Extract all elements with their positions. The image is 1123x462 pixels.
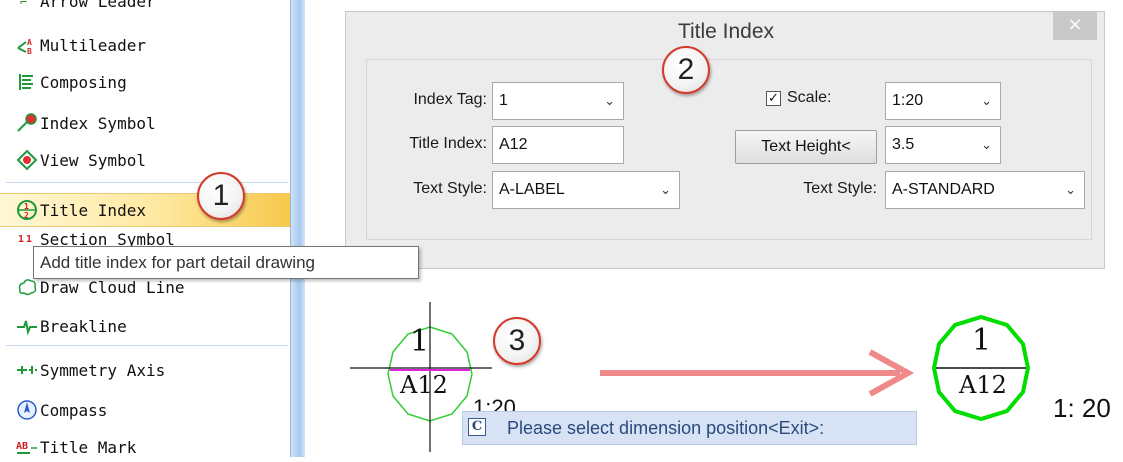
command-icon: C: [468, 418, 486, 436]
menu-item-symmetry-axis[interactable]: Symmetry Axis: [0, 355, 290, 385]
title-index-value: A12: [499, 136, 528, 153]
symbol-before-top: 1: [410, 324, 430, 359]
scale-checkbox[interactable]: ✓: [766, 91, 781, 106]
menu-item-multileader[interactable]: A B Multileader: [0, 30, 290, 60]
scale-select[interactable]: 1:20 ⌄: [885, 82, 1001, 120]
title-index-field[interactable]: A12: [492, 126, 624, 164]
index-tag-value: 1: [499, 92, 508, 109]
title-index-dialog: Title Index × Index Tag: 1 ⌄ ✓ Scale: 1:…: [345, 11, 1105, 269]
chevron-down-icon: ⌄: [660, 182, 671, 197]
menu-item-label: Compass: [40, 400, 108, 420]
step-badge-2: 2: [662, 46, 710, 94]
step-badge-1: 1: [197, 172, 245, 220]
scale-value: 1:20: [892, 92, 924, 109]
chevron-down-icon: ⌄: [981, 137, 992, 152]
command-prompt-text: Please select dimension position<Exit>:: [507, 418, 825, 438]
symbol-after-bottom: A12: [959, 371, 1007, 399]
svg-text:A: A: [27, 38, 32, 47]
symbol-menu: ⌐ Arrow Leader A B Multileader Composing: [0, 0, 290, 457]
menu-item-index-symbol[interactable]: Index Symbol: [0, 108, 290, 138]
index-tag-label: Index Tag:: [413, 91, 487, 108]
breakline-icon: [16, 315, 38, 337]
symbol-after-top: 1: [972, 323, 992, 358]
menu-item-label: View Symbol: [40, 150, 146, 170]
menu-item-breakline[interactable]: Breakline: [0, 311, 290, 341]
symbol-after-scale: 1: 20: [1053, 393, 1111, 423]
view-symbol-icon: [16, 149, 38, 171]
svg-text:B: B: [27, 47, 32, 56]
close-button[interactable]: ×: [1053, 12, 1097, 40]
composing-icon: [16, 71, 38, 93]
dialog-title: Title Index: [677, 20, 775, 43]
text-height-value: 3.5: [892, 136, 915, 153]
menu-item-arrow-leader[interactable]: ⌐ Arrow Leader: [0, 0, 290, 16]
menu-item-section-symbol[interactable]: 1 1 Section Symbol: [0, 230, 290, 246]
text-height-button[interactable]: Text Height<: [735, 130, 877, 164]
dialog-panel: Index Tag: 1 ⌄ ✓ Scale: 1:20 ⌄ Title Ind…: [366, 59, 1092, 240]
menu-item-title-mark[interactable]: AB Title Mark: [0, 432, 290, 462]
menu-tooltip: Add title index for part detail drawing: [33, 246, 419, 279]
multileader-icon: A B: [16, 34, 38, 56]
cloud-line-icon: [16, 276, 38, 298]
svg-text:1: 1: [24, 202, 29, 211]
symmetry-axis-icon: [16, 359, 38, 381]
menu-item-label: Draw Cloud Line: [40, 277, 185, 297]
text-style-label: Text Style:: [803, 180, 877, 197]
text-style-value: A-LABEL: [499, 181, 565, 198]
svg-text:2: 2: [24, 211, 29, 220]
command-prompt[interactable]: C Please select dimension position<Exit>…: [462, 411, 917, 445]
menu-item-label: Title Mark: [40, 437, 137, 457]
svg-text:⌐: ⌐: [20, 0, 27, 9]
menu-item-label: Index Symbol: [40, 113, 156, 133]
text-style-value: A-STANDARD: [892, 181, 995, 198]
scale-label: Scale:: [787, 89, 832, 106]
text-style-label: Text Style:: [413, 180, 487, 197]
menu-item-composing[interactable]: Composing: [0, 67, 290, 97]
menu-item-label: Multileader: [40, 35, 146, 55]
compass-icon: [16, 399, 38, 421]
menu-item-label: Composing: [40, 72, 127, 92]
svg-text:1: 1: [26, 234, 32, 245]
chevron-down-icon: ⌄: [1065, 182, 1076, 197]
menu-item-compass[interactable]: Compass: [0, 395, 290, 425]
symbol-before-bottom: A12: [400, 371, 448, 399]
menu-item-label: Section Symbol: [40, 230, 175, 246]
text-style-select[interactable]: A-LABEL ⌄: [492, 171, 680, 209]
menu-divider: [6, 182, 288, 183]
section-symbol-icon: 1 1: [16, 230, 38, 246]
svg-text:1: 1: [18, 234, 24, 245]
index-tag-select[interactable]: 1 ⌄: [492, 82, 624, 120]
arrow-leader-icon: ⌐: [16, 0, 38, 12]
menu-item-label: Symmetry Axis: [40, 360, 166, 380]
menu-item-view-symbol[interactable]: View Symbol: [0, 145, 290, 175]
title-mark-icon: AB: [16, 436, 38, 458]
chevron-down-icon: ⌄: [981, 93, 992, 108]
menu-item-label: Arrow Leader: [40, 0, 156, 11]
text-style-select[interactable]: A-STANDARD ⌄: [885, 171, 1085, 209]
menu-item-title-index[interactable]: 1 2 Title Index: [0, 193, 290, 227]
menu-scrollbar[interactable]: [290, 0, 305, 457]
chevron-down-icon: ⌄: [604, 93, 615, 108]
menu-item-label: Title Index: [40, 200, 146, 220]
title-index-icon: 1 2: [16, 199, 38, 221]
text-height-select[interactable]: 3.5 ⌄: [885, 126, 1001, 164]
index-symbol-icon: [16, 112, 38, 134]
menu-divider: [6, 345, 288, 346]
title-index-label: Title Index:: [409, 135, 487, 152]
menu-item-label: Breakline: [40, 316, 127, 336]
svg-text:AB: AB: [16, 441, 28, 452]
